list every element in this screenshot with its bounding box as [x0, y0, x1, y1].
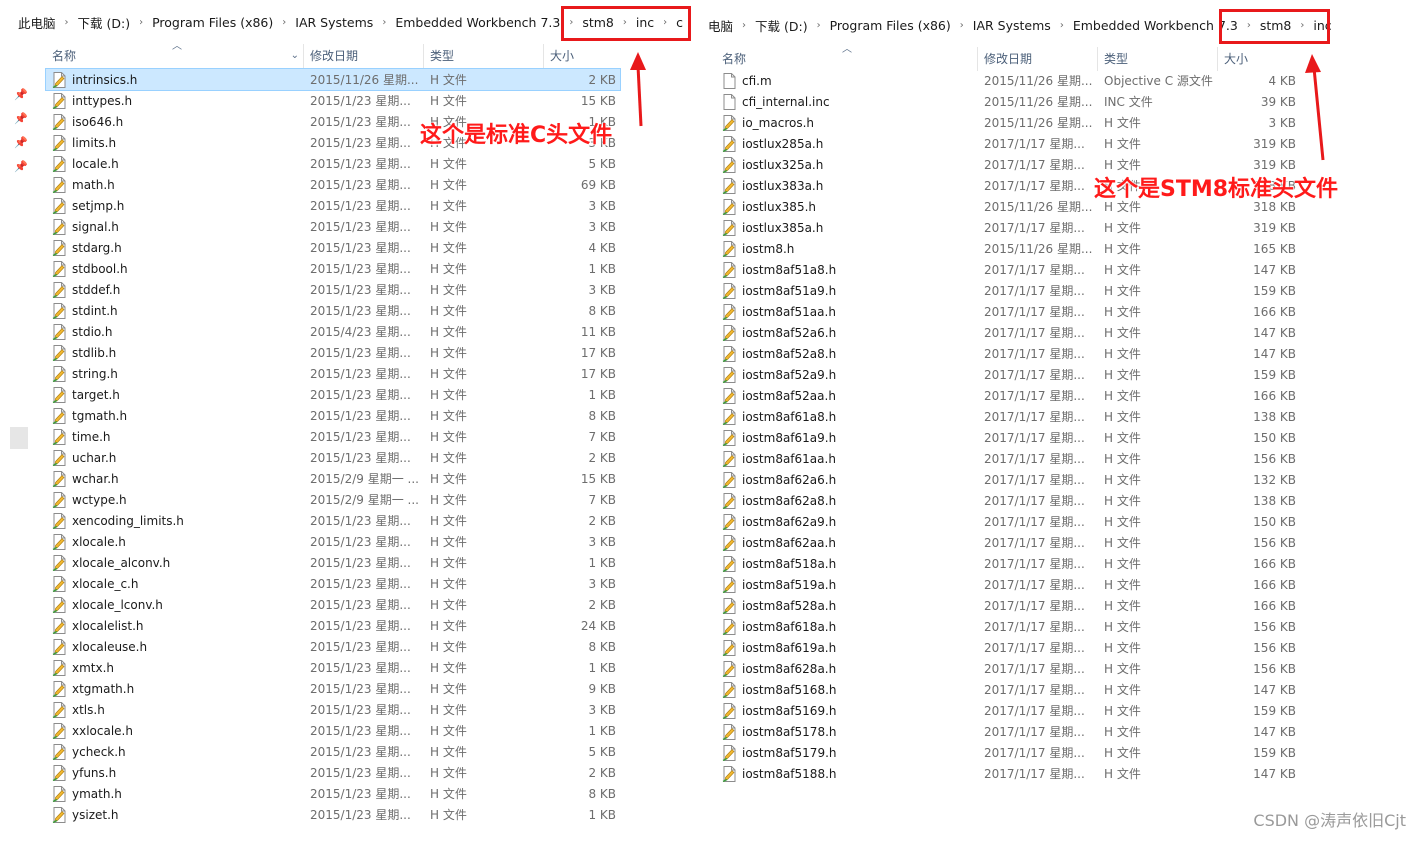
watermark: CSDN @涛声依旧Cjt [1253, 811, 1406, 830]
arrow-icon [630, 52, 646, 127]
annotation-label: 这个是STM8标准头文件 [1094, 177, 1339, 202]
annotation-label: 这个是标准C头文件 [420, 123, 613, 148]
annotation-arrows [630, 52, 1325, 161]
arrow-icon [1305, 54, 1325, 161]
